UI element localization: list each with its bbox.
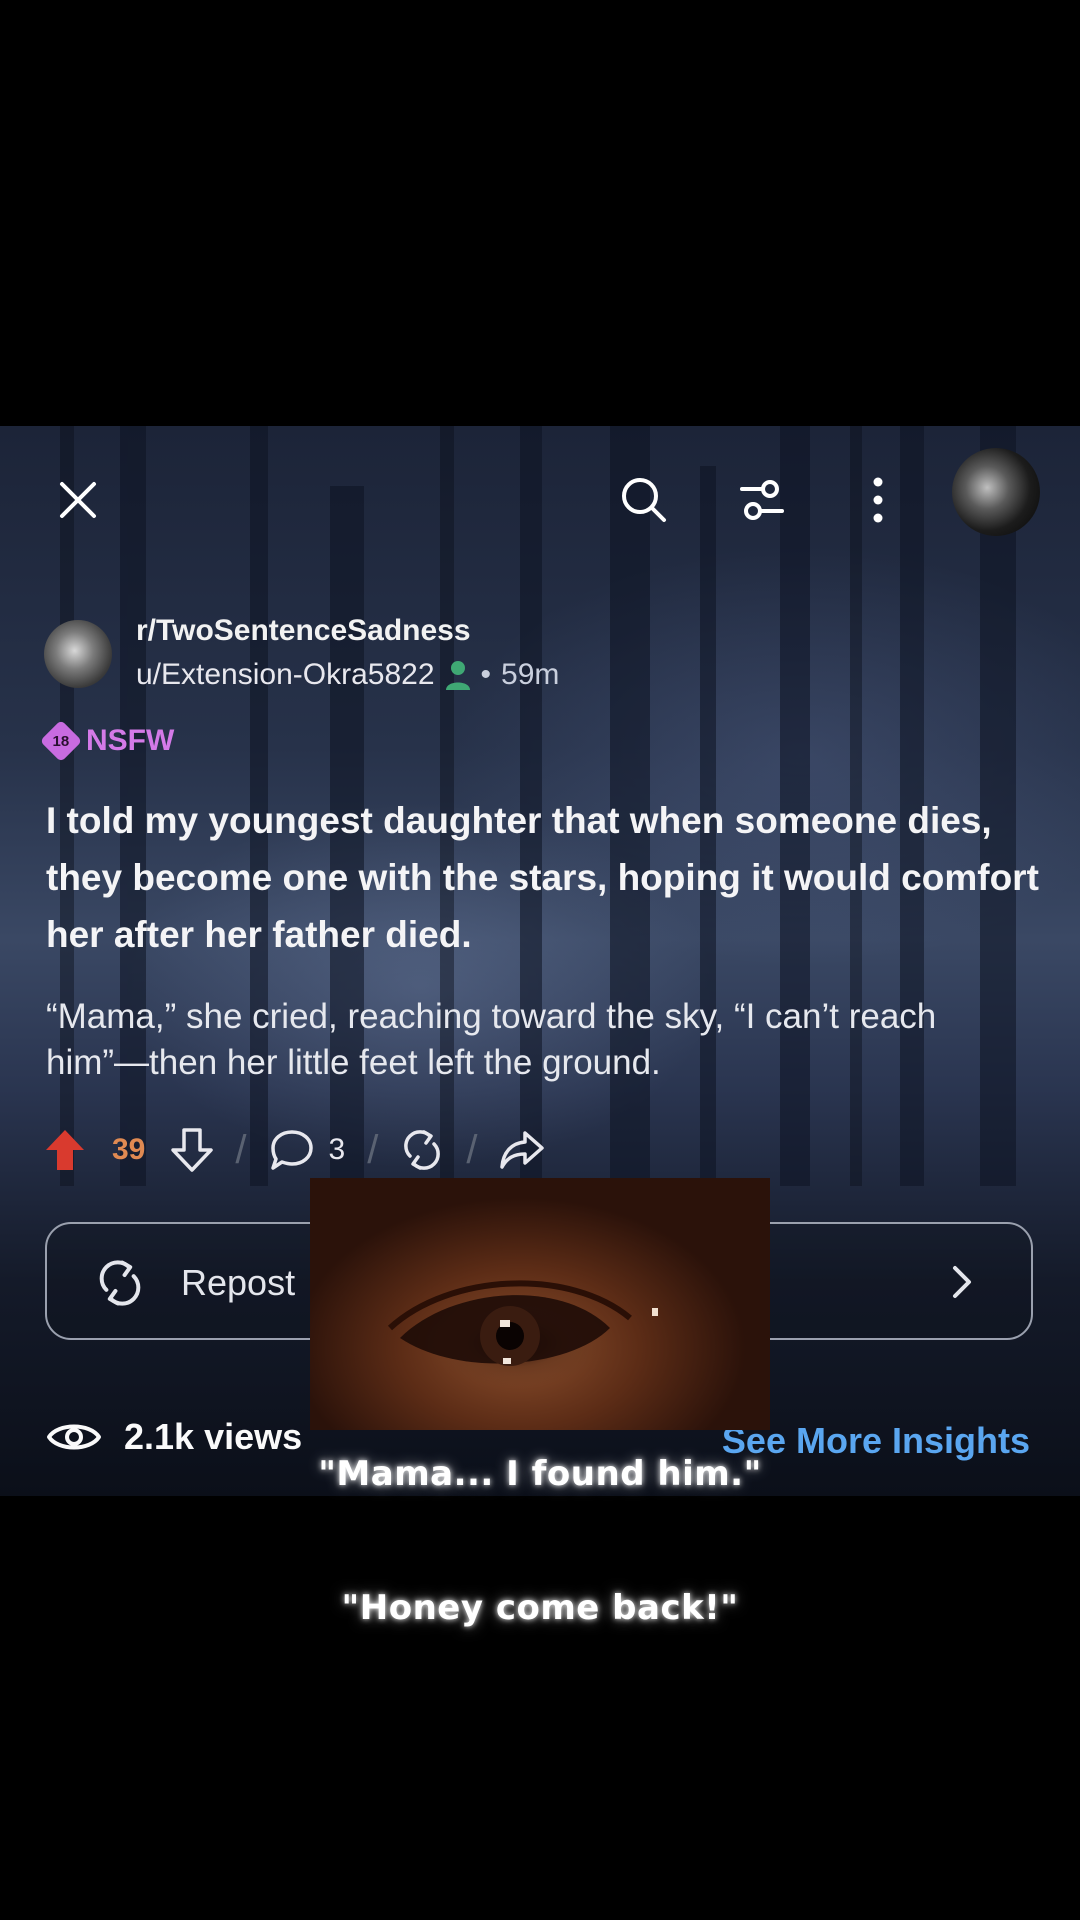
nsfw-tag: 18 NSFW: [39, 719, 175, 763]
divider: /: [466, 1127, 478, 1172]
vote-group: 39: [44, 1128, 214, 1172]
post-meta: u/Extension-Okra5822 • 59m: [136, 658, 559, 692]
author-username[interactable]: u/Extension-Okra5822: [136, 658, 435, 692]
vote-score: 39: [112, 1133, 146, 1166]
sliders-icon: [740, 480, 784, 520]
repost-icon: [404, 1130, 441, 1170]
downvote-icon[interactable]: [171, 1128, 214, 1172]
subreddit-avatar[interactable]: [44, 620, 112, 688]
post-title: I told my youngest daughter that when so…: [46, 800, 1039, 955]
divider: /: [235, 1127, 247, 1172]
eye-icon: [47, 1424, 101, 1450]
user-avatar[interactable]: [952, 448, 1040, 536]
comment-count: 3: [328, 1133, 346, 1166]
more-vertical-icon: [873, 477, 883, 523]
caption-line-2: "Honey come back!": [341, 1588, 739, 1628]
filter-button[interactable]: [732, 470, 792, 530]
views-stat: 2.1k views: [46, 1416, 302, 1458]
chevron-right-icon: [953, 1266, 971, 1298]
more-button[interactable]: [858, 470, 898, 530]
post-time: 59m: [501, 658, 560, 691]
subreddit-name[interactable]: r/TwoSentenceSadness: [136, 614, 471, 648]
divider: /: [367, 1127, 379, 1172]
repost-label: Repost: [181, 1262, 296, 1303]
views-count: 2.1k views: [124, 1416, 303, 1457]
search-button[interactable]: [614, 470, 674, 530]
person-icon: [445, 661, 470, 690]
close-icon: [60, 482, 96, 518]
upvote-icon[interactable]: [44, 1128, 86, 1172]
repost-icon: [99, 1260, 141, 1306]
video-overlay: [310, 1178, 770, 1430]
search-icon: [622, 478, 666, 522]
close-button[interactable]: [50, 472, 106, 528]
crosspost-button[interactable]: [400, 1128, 444, 1172]
share-icon: [500, 1131, 545, 1169]
comments-button[interactable]: 3: [269, 1128, 346, 1172]
eye-closeup-image: [387, 1280, 658, 1366]
comment-icon: [270, 1130, 313, 1170]
nsfw-18-icon: 18: [39, 719, 83, 763]
caption-line-1: "Mama... I found him.": [318, 1454, 762, 1494]
meta-separator: •: [480, 658, 492, 691]
share-button[interactable]: [499, 1129, 545, 1171]
nsfw-label: NSFW: [86, 724, 175, 757]
post-actions: 39 / 3 / /: [44, 1120, 545, 1180]
post-body: “Mama,” she cried, reaching toward the s…: [46, 997, 937, 1082]
